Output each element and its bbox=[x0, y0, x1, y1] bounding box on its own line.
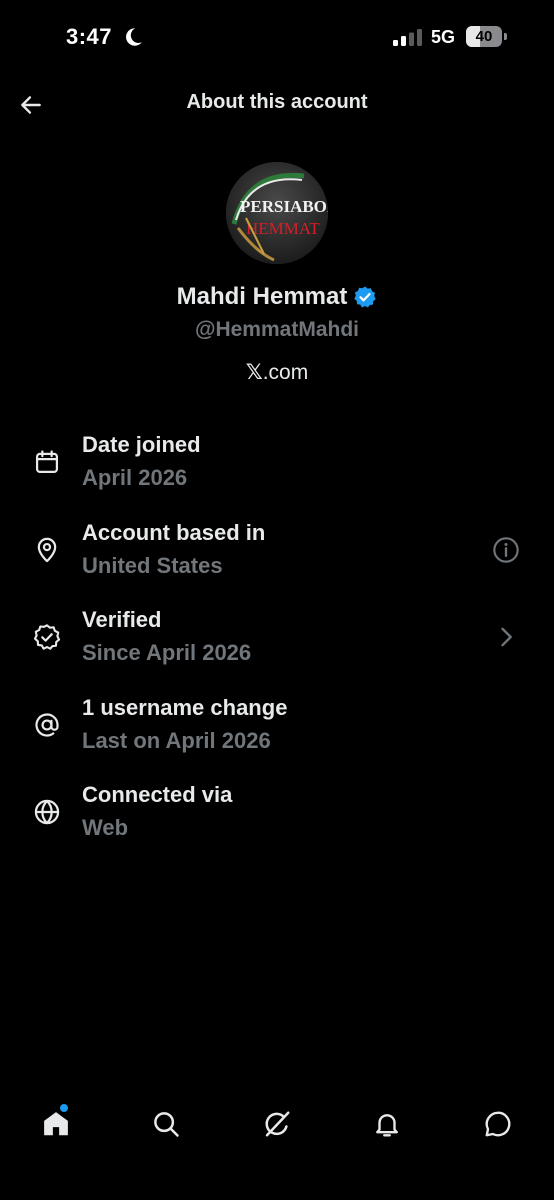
site-link[interactable]: 𝕏.com bbox=[0, 360, 554, 385]
search-icon bbox=[154, 1112, 179, 1137]
info-row-verified[interactable]: Verified Since April 2026 bbox=[0, 607, 554, 679]
name-row: Mahdi Hemmat bbox=[0, 283, 554, 311]
info-title: Date joined bbox=[82, 432, 201, 457]
messages-icon bbox=[485, 1111, 511, 1137]
battery-level: 40 bbox=[475, 28, 493, 45]
bottom-nav bbox=[0, 1092, 554, 1156]
info-value: Since April 2026 bbox=[82, 640, 252, 665]
nav-home[interactable] bbox=[38, 1106, 74, 1142]
info-title: Connected via bbox=[82, 782, 233, 807]
notifications-bell-icon bbox=[376, 1114, 398, 1137]
nav-notifications[interactable] bbox=[369, 1106, 405, 1142]
svg-text:PERSIABOI: PERSIABOI bbox=[240, 197, 328, 216]
moon-icon bbox=[126, 28, 142, 46]
page-title: About this account bbox=[186, 91, 368, 113]
home-notification-dot bbox=[60, 1104, 68, 1112]
svg-text:HEMMAT: HEMMAT bbox=[246, 219, 320, 238]
info-icon[interactable] bbox=[492, 536, 520, 564]
verified-check-icon bbox=[33, 624, 61, 650]
nav-search[interactable] bbox=[148, 1106, 184, 1142]
info-row-username-change: 1 username change Last on April 2026 bbox=[0, 695, 554, 767]
verified-badge-icon bbox=[354, 286, 377, 308]
grok-icon bbox=[265, 1111, 290, 1137]
calendar-icon bbox=[35, 450, 59, 474]
info-row-connected-via: Connected via Web bbox=[0, 782, 554, 854]
home-icon bbox=[44, 1112, 68, 1136]
display-name: Mahdi Hemmat bbox=[176, 283, 348, 310]
info-value: Last on April 2026 bbox=[82, 728, 271, 753]
site-domain: .com bbox=[262, 361, 309, 384]
nav-grok[interactable] bbox=[259, 1106, 295, 1142]
info-value: April 2026 bbox=[82, 465, 188, 490]
at-sign-icon bbox=[35, 713, 59, 737]
info-title: Verified bbox=[82, 607, 162, 632]
globe-icon bbox=[34, 799, 60, 825]
avatar: PERSIABOI HEMMAT bbox=[226, 162, 328, 264]
status-bar: 3:47 5G 40 bbox=[0, 0, 554, 76]
location-pin-icon bbox=[37, 537, 57, 563]
cellular-signal-icon bbox=[393, 29, 422, 46]
battery-icon: 40 bbox=[466, 26, 507, 47]
info-row-date-joined: Date joined April 2026 bbox=[0, 432, 554, 504]
chevron-right-icon[interactable] bbox=[492, 623, 520, 651]
info-title: Account based in bbox=[82, 520, 266, 545]
info-title: 1 username change bbox=[82, 695, 288, 720]
network-type: 5G bbox=[431, 27, 456, 47]
status-time: 3:47 bbox=[66, 24, 113, 49]
info-value: United States bbox=[82, 553, 223, 578]
x-logo-icon: 𝕏 bbox=[245, 360, 263, 384]
account-handle: @HemmatMahdi bbox=[194, 318, 359, 341]
info-value: Web bbox=[82, 815, 129, 840]
info-row-account-based-in: Account based in United States bbox=[0, 520, 554, 592]
nav-messages[interactable] bbox=[480, 1106, 516, 1142]
